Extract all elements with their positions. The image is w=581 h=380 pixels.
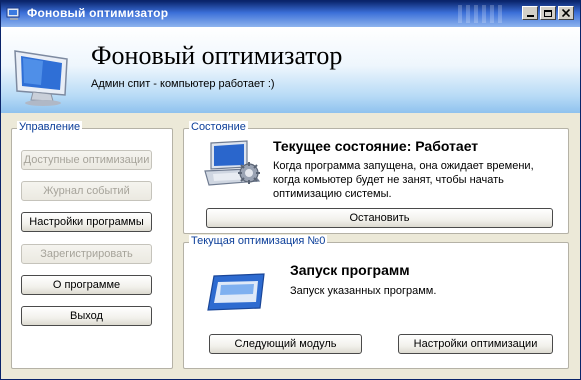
header-title: Фоновый оптимизатор bbox=[91, 41, 343, 70]
close-icon bbox=[562, 9, 570, 17]
current-optimization-legend: Текущая оптимизация №0 bbox=[189, 235, 328, 247]
next-module-button[interactable]: Следующий модуль bbox=[209, 334, 362, 354]
state-legend: Состояние bbox=[189, 121, 248, 133]
minimize-button[interactable] bbox=[522, 6, 538, 20]
window-title: Фоновый оптимизатор bbox=[27, 6, 169, 20]
event-log-button[interactable]: Журнал событий bbox=[21, 181, 152, 201]
stop-button[interactable]: Остановить bbox=[206, 208, 553, 228]
register-button[interactable]: Зарегистрировать bbox=[21, 244, 152, 264]
state-description-line: когда комьютер будет не занят, чтобы нач… bbox=[273, 174, 504, 186]
app-icon bbox=[6, 7, 20, 20]
app-window: Фоновый оптимизатор Фоновый оптимизатор … bbox=[0, 0, 581, 380]
state-description-line: оптимизацию системы. bbox=[273, 188, 392, 200]
exit-button[interactable]: Выход bbox=[21, 306, 152, 326]
current-optimization-description: Запуск указанных программ. bbox=[290, 285, 437, 297]
maximize-icon bbox=[544, 9, 552, 17]
monitor-icon bbox=[14, 50, 68, 106]
title-bar-decoration bbox=[458, 5, 502, 23]
optimization-settings-button[interactable]: Настройки оптимизации bbox=[398, 334, 553, 354]
state-description-line: Когда программа запущена, она ожидает вр… bbox=[273, 160, 534, 172]
close-button[interactable] bbox=[558, 6, 574, 20]
manage-legend: Управление bbox=[17, 121, 83, 133]
header-subtitle: Админ спит - компьютер работает :) bbox=[91, 78, 275, 90]
laptop-gear-icon bbox=[204, 140, 261, 186]
minimize-icon bbox=[526, 14, 534, 17]
header-banner: Фоновый оптимизатор Админ спит - компьют… bbox=[1, 27, 580, 113]
program-settings-button[interactable]: Настройки программы bbox=[21, 212, 152, 232]
about-button[interactable]: О программе bbox=[21, 275, 152, 295]
current-optimization-title: Запуск программ bbox=[290, 262, 410, 278]
available-optimizations-button[interactable]: Доступные оптимизации bbox=[21, 150, 152, 170]
maximize-button[interactable] bbox=[540, 6, 556, 20]
state-description: Когда программа запущена, она ожидает вр… bbox=[273, 159, 534, 201]
title-bar[interactable]: Фоновый оптимизатор bbox=[1, 1, 580, 27]
state-title: Текущее состояние: Работает bbox=[273, 138, 479, 154]
window-module-icon bbox=[207, 273, 265, 311]
